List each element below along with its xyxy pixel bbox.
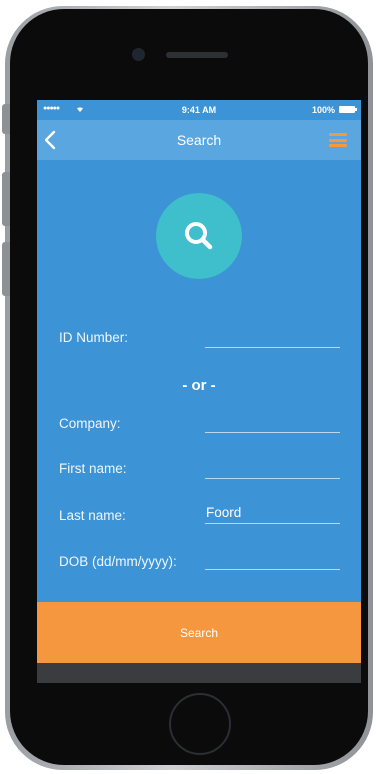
dob-label: DOB (dd/mm/yyyy): — [59, 554, 177, 569]
home-button[interactable] — [169, 693, 231, 755]
company-field[interactable] — [205, 410, 340, 433]
dob-field[interactable] — [205, 547, 340, 570]
first-name-label: First name: — [59, 461, 127, 476]
last-name-field[interactable] — [205, 501, 340, 524]
id-number-label: ID Number: — [59, 330, 129, 345]
status-bar: ●●●●● 9:41 AM 100% — [37, 100, 361, 120]
last-name-label: Last name: — [59, 508, 126, 523]
battery-icon — [339, 106, 357, 113]
app-screen: ●●●●● 9:41 AM 100% Search ID Number: - o… — [37, 100, 361, 683]
first-name-field[interactable] — [205, 456, 340, 479]
hamburger-menu-icon[interactable] — [329, 133, 347, 147]
company-label: Company: — [59, 416, 121, 431]
search-button[interactable]: Search — [37, 602, 361, 663]
battery-percentage: 100% — [311, 105, 335, 115]
front-camera — [134, 50, 143, 59]
or-divider: - or - — [182, 377, 216, 394]
search-hero-circle — [156, 193, 242, 279]
page-title: Search — [176, 132, 222, 148]
navigation-bar: Search — [37, 120, 361, 160]
search-icon — [185, 222, 213, 250]
earpiece-speaker — [166, 52, 228, 58]
id-number-field[interactable] — [205, 325, 340, 348]
bottom-strip — [37, 663, 361, 683]
